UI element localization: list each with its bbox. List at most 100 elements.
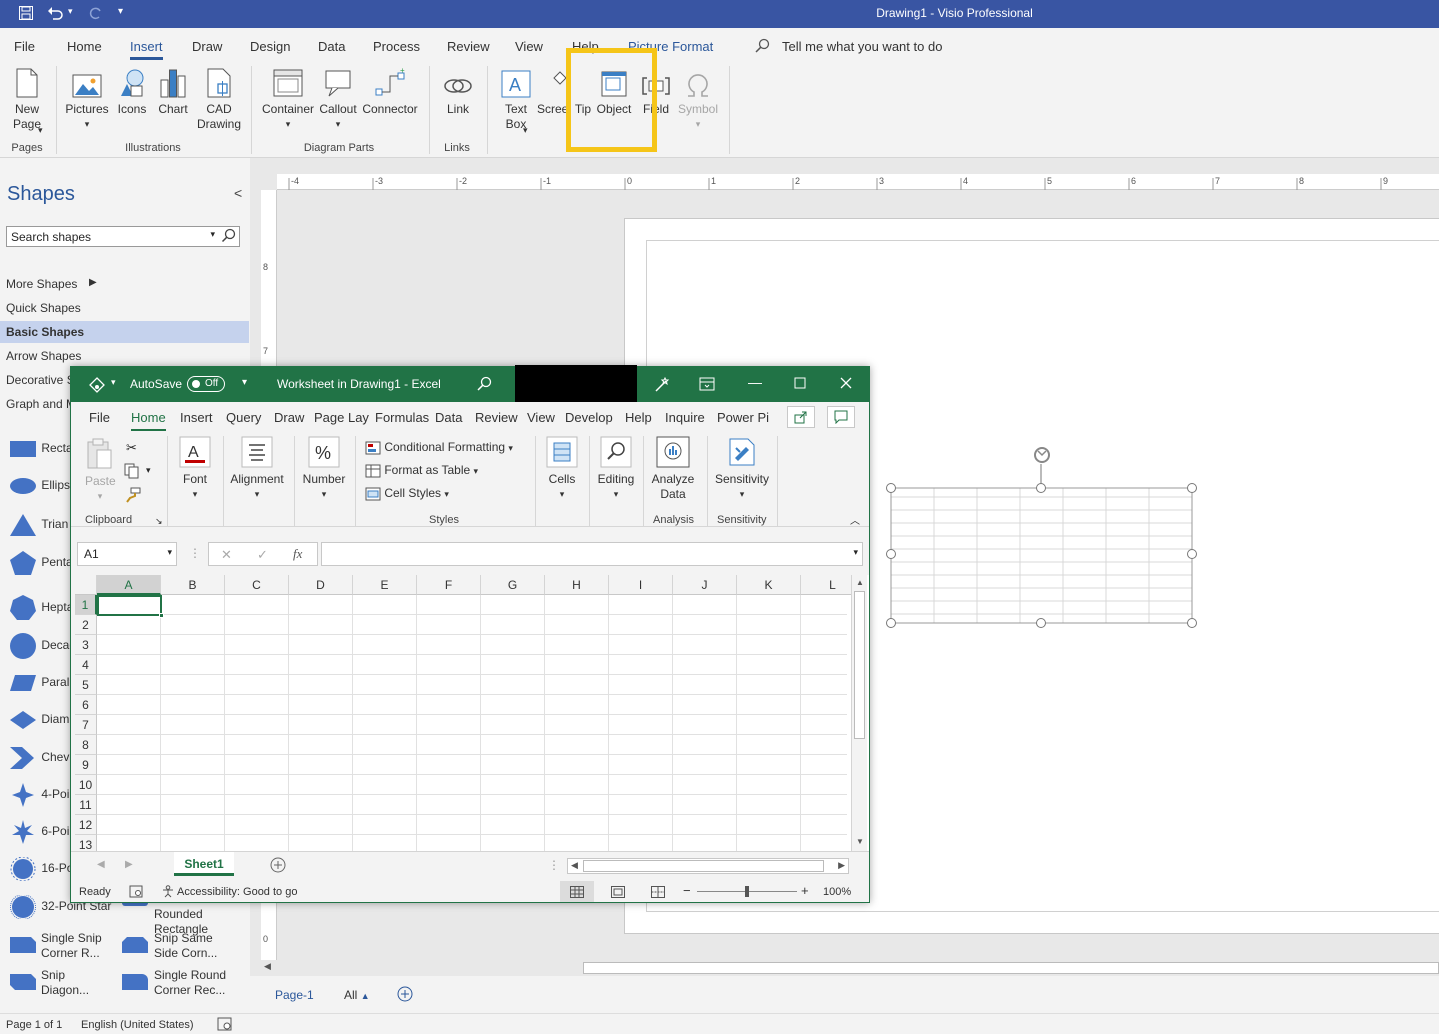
- tab-home[interactable]: Home: [67, 39, 102, 54]
- column-header[interactable]: E: [353, 575, 417, 595]
- copy-icon[interactable]: [124, 463, 140, 482]
- alignment-button[interactable]: Alignment ▾: [227, 436, 287, 502]
- touch-mode-icon[interactable]: [89, 377, 105, 396]
- scroll-thumb[interactable]: [583, 962, 1439, 974]
- tab-insert[interactable]: Insert: [130, 39, 163, 60]
- scroll-up-icon[interactable]: ▲: [856, 578, 864, 587]
- insert-function-icon[interactable]: fx: [293, 546, 302, 562]
- resize-handle[interactable]: [886, 618, 896, 628]
- analyze-data-button[interactable]: Analyze Data: [649, 436, 697, 502]
- search-icon[interactable]: [221, 228, 236, 246]
- embedded-worksheet-object[interactable]: [884, 444, 1204, 634]
- stencil-heptagon[interactable]: Hepta: [10, 595, 73, 621]
- paste-button[interactable]: Paste ▾: [85, 438, 116, 504]
- row-header[interactable]: 9: [75, 755, 97, 775]
- pictures-button[interactable]: Pictures ▾: [64, 66, 110, 132]
- icons-button[interactable]: Icons: [114, 66, 150, 117]
- select-all-corner[interactable]: [75, 575, 97, 595]
- maximize-icon[interactable]: [794, 377, 806, 392]
- xtab-review[interactable]: Review: [475, 410, 518, 425]
- row-header[interactable]: 10: [75, 775, 97, 795]
- column-header[interactable]: H: [545, 575, 609, 595]
- link-button[interactable]: Link: [437, 66, 479, 117]
- resize-handle[interactable]: [1187, 618, 1197, 628]
- name-box[interactable]: A1 ▾: [77, 542, 177, 566]
- canvas-horizontal-scrollbar[interactable]: ◀: [261, 960, 1439, 976]
- splitter-handle-icon[interactable]: ⋮: [548, 858, 560, 872]
- connector-button[interactable]: + Connector: [360, 66, 420, 117]
- row-header[interactable]: 8: [75, 735, 97, 755]
- autosave-toggle[interactable]: Off: [187, 376, 225, 392]
- stencil-diamond[interactable]: Diam: [10, 711, 69, 729]
- column-header[interactable]: J: [673, 575, 737, 595]
- container-button[interactable]: Container ▾: [260, 66, 316, 132]
- column-header[interactable]: A: [97, 575, 161, 595]
- share-button[interactable]: [787, 406, 815, 428]
- zoom-slider-thumb[interactable]: [745, 886, 749, 897]
- stencil-pentagon[interactable]: Penta: [10, 551, 73, 575]
- cells-button[interactable]: Cells ▾: [543, 436, 581, 502]
- xtab-view[interactable]: View: [527, 410, 555, 425]
- formula-input[interactable]: ▾: [321, 542, 863, 566]
- tab-design[interactable]: Design: [250, 39, 290, 54]
- number-button[interactable]: % Number ▾: [299, 436, 349, 502]
- designer-wand-icon[interactable]: [653, 376, 671, 397]
- row-header[interactable]: 13: [75, 835, 97, 851]
- prev-sheet-icon[interactable]: ◀: [97, 859, 105, 870]
- page-layout-view-icon[interactable]: [611, 886, 625, 901]
- tab-process[interactable]: Process: [373, 39, 420, 54]
- scroll-thumb[interactable]: [583, 860, 824, 872]
- chevron-down-icon[interactable]: ▾: [146, 465, 151, 476]
- row-header[interactable]: 5: [75, 675, 97, 695]
- stencil-ellipse[interactable]: Ellips: [10, 478, 70, 494]
- minimize-icon[interactable]: —: [748, 374, 762, 390]
- macro-record-icon[interactable]: [217, 1017, 232, 1034]
- lightbulb-search-icon[interactable]: [754, 38, 770, 54]
- page-number-status[interactable]: Page 1 of 1: [6, 1019, 62, 1031]
- stencil-triangle[interactable]: Trian: [10, 514, 68, 536]
- xtab-formulas[interactable]: Formulas: [375, 410, 429, 425]
- xtab-home[interactable]: Home: [131, 410, 166, 431]
- stencil-16-point-star[interactable]: 16-Po: [10, 856, 73, 882]
- quick-shapes-item[interactable]: Quick Shapes: [0, 297, 249, 319]
- xtab-page-layout[interactable]: Page Lay: [314, 410, 369, 425]
- row-header[interactable]: 12: [75, 815, 97, 835]
- resize-handle[interactable]: [1036, 618, 1046, 628]
- worksheet-grid[interactable]: A B C D E F G H I J K L 1 2 3 4 5 6 7 8 9 10 11 12 13 ▲ ▼: [75, 575, 869, 851]
- search-shapes-input[interactable]: Search shapes ▾: [6, 226, 240, 247]
- scroll-thumb[interactable]: [854, 591, 865, 739]
- all-pages-button[interactable]: All ▲: [344, 988, 370, 1002]
- add-sheet-icon[interactable]: [270, 857, 286, 876]
- collapse-pane-icon[interactable]: <: [234, 185, 242, 201]
- resize-handle[interactable]: [1187, 549, 1197, 559]
- conditional-formatting-button[interactable]: Conditional Formatting ▾: [365, 440, 513, 456]
- row-header[interactable]: 11: [75, 795, 97, 815]
- sensitivity-button[interactable]: Sensitivity ▾: [713, 436, 771, 502]
- search-dropdown-icon[interactable]: ▾: [210, 229, 215, 240]
- next-sheet-icon[interactable]: ▶: [125, 859, 133, 870]
- accessibility-icon[interactable]: [161, 885, 175, 901]
- stencil-6-point-star[interactable]: 6-Poi: [10, 820, 69, 844]
- resize-handle[interactable]: [1187, 483, 1197, 493]
- comments-button[interactable]: [827, 406, 855, 428]
- format-painter-icon[interactable]: [125, 487, 141, 506]
- row-header[interactable]: 7: [75, 715, 97, 735]
- font-button[interactable]: A Font ▾: [175, 436, 215, 502]
- stencil-rectangle[interactable]: Recta: [10, 441, 73, 457]
- page-break-view-icon[interactable]: [651, 886, 665, 901]
- column-header[interactable]: K: [737, 575, 801, 595]
- row-header[interactable]: 2: [75, 615, 97, 635]
- zoom-level[interactable]: 100%: [823, 886, 851, 898]
- macro-record-icon[interactable]: [129, 885, 143, 901]
- tab-file[interactable]: File: [14, 39, 35, 54]
- expand-formula-icon[interactable]: ▾: [853, 547, 858, 558]
- tell-me-box[interactable]: Tell me what you want to do: [782, 39, 942, 54]
- stencil-decagon[interactable]: Decag: [10, 633, 76, 659]
- sheet-vertical-scrollbar[interactable]: ▲ ▼: [851, 575, 867, 851]
- stencil-chevron[interactable]: Chev: [10, 747, 69, 769]
- zoom-in-icon[interactable]: +: [801, 883, 809, 898]
- resize-handle[interactable]: [1036, 483, 1046, 493]
- ribbon-display-icon[interactable]: [699, 377, 715, 394]
- tab-review[interactable]: Review: [447, 39, 490, 54]
- chevron-down-icon[interactable]: ▾: [167, 547, 172, 558]
